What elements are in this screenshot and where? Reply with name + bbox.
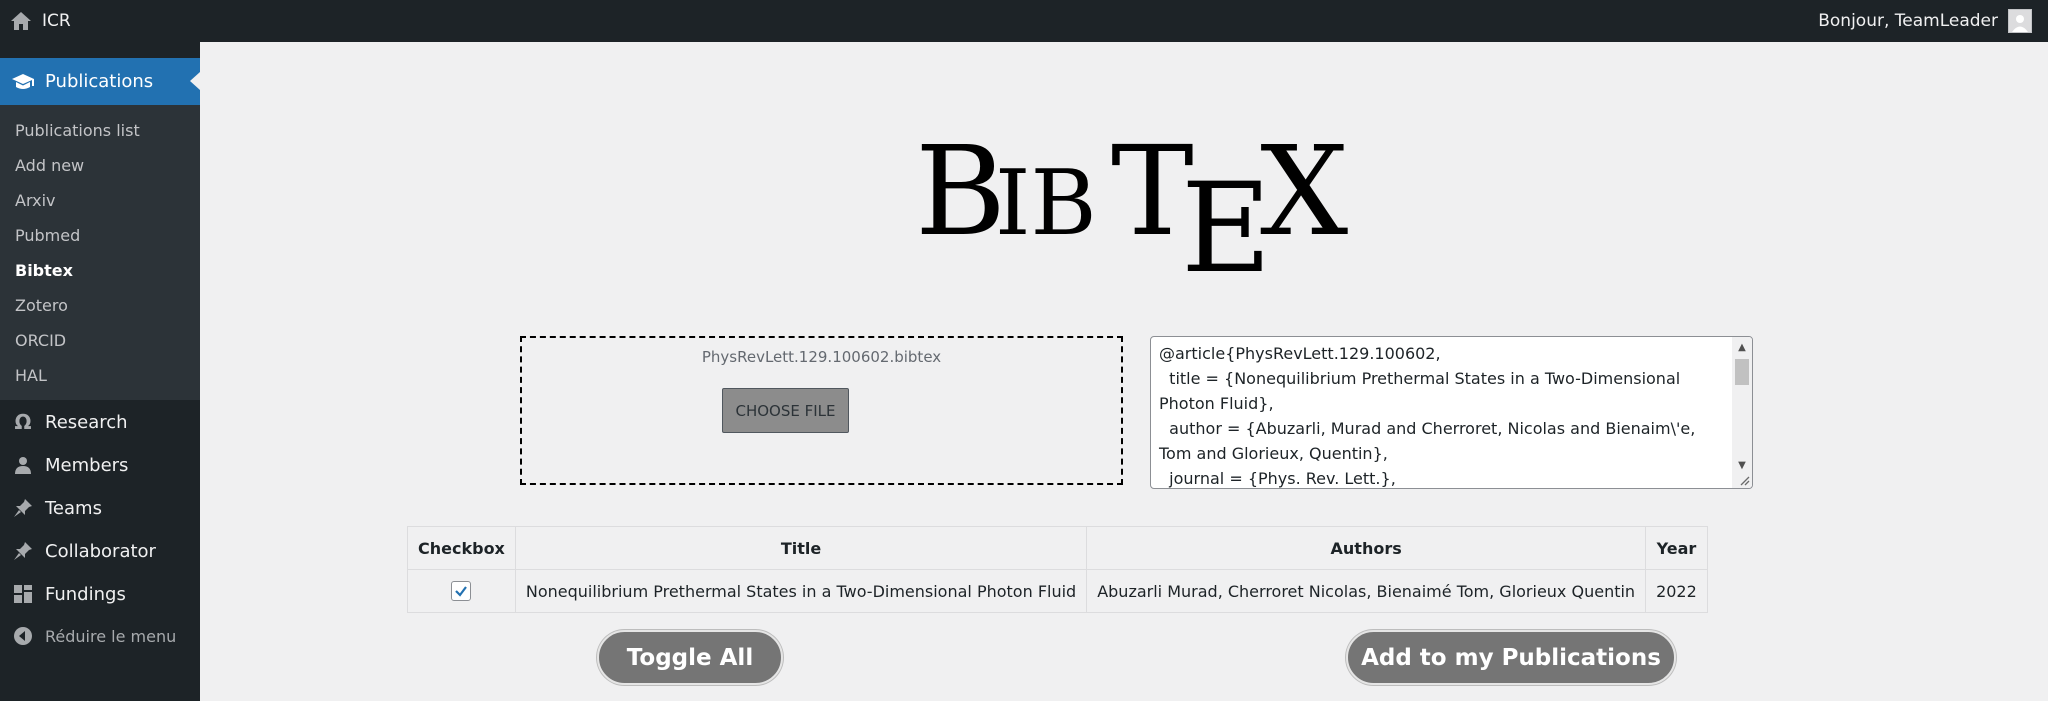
resize-grip-icon[interactable] xyxy=(1738,474,1750,486)
menu-label: Publications xyxy=(45,71,154,92)
menu-label: Members xyxy=(45,454,129,476)
menu-label: Research xyxy=(45,411,128,433)
checkbox-cell xyxy=(407,569,516,613)
submenu-item-add-new[interactable]: Add new xyxy=(15,154,84,178)
menu-item-research[interactable]: Ω Research xyxy=(0,402,200,442)
bibtex-logo: B IB T E X xyxy=(915,120,1355,301)
omega-icon: Ω xyxy=(14,410,32,434)
svg-text:B: B xyxy=(915,128,1006,264)
year-cell: 2022 xyxy=(1645,569,1708,613)
menu-label: Collaborator xyxy=(45,540,156,562)
submenu-item-hal[interactable]: HAL xyxy=(15,364,47,388)
menu-item-members[interactable]: Members xyxy=(0,445,200,485)
submenu-item-arxiv[interactable]: Arxiv xyxy=(15,189,55,213)
bibtex-textarea[interactable]: @article{PhysRevLett.129.100602, title =… xyxy=(1150,336,1753,489)
greeting-text: Bonjour, TeamLeader xyxy=(1818,11,1998,31)
site-home-link[interactable]: ICR xyxy=(10,0,71,42)
menu-label: Teams xyxy=(45,497,102,519)
user-icon xyxy=(11,453,35,477)
table-header-row: Checkbox Title Authors Year xyxy=(407,526,1708,570)
menu-item-fundings[interactable]: Fundings xyxy=(0,574,200,614)
grid-icon xyxy=(11,582,35,606)
submenu-item-bibtex[interactable]: Bibtex xyxy=(15,259,73,283)
authors-cell: Abuzarli Murad, Cherroret Nicolas, Biena… xyxy=(1086,569,1647,613)
submenu-item-zotero[interactable]: Zotero xyxy=(15,294,68,318)
pin-icon xyxy=(11,496,35,520)
column-header-checkbox: Checkbox xyxy=(407,526,516,570)
column-header-title: Title xyxy=(514,526,1088,570)
submenu-item-orcid[interactable]: ORCID xyxy=(15,329,66,353)
collapse-label: Réduire le menu xyxy=(45,626,177,646)
home-icon xyxy=(10,11,32,31)
admin-sidebar: Publications Publications list Add new A… xyxy=(0,42,200,701)
menu-label: Fundings xyxy=(45,583,126,605)
bibtex-content: @article{PhysRevLett.129.100602, title =… xyxy=(1159,344,1696,488)
current-arrow xyxy=(190,72,200,90)
submenu-item-pubmed[interactable]: Pubmed xyxy=(15,224,80,248)
title-cell: Nonequilibrium Prethermal States in a Tw… xyxy=(514,569,1088,613)
pin-icon xyxy=(11,539,35,563)
textarea-scrollbar[interactable]: ▲ ▼ xyxy=(1732,337,1752,488)
publications-table: Checkbox Title Authors Year Nonequilibri… xyxy=(407,526,1708,613)
collapse-arrow-icon xyxy=(11,624,35,648)
scroll-down-icon[interactable]: ▼ xyxy=(1732,456,1752,474)
submenu-item-publications-list[interactable]: Publications list xyxy=(15,119,140,143)
site-name: ICR xyxy=(42,11,71,31)
selected-file-name: PhysRevLett.129.100602.bibtex xyxy=(701,348,942,366)
column-header-year: Year xyxy=(1645,526,1708,570)
checkmark-icon xyxy=(455,586,468,597)
toggle-all-button[interactable]: Toggle All xyxy=(597,630,783,685)
scroll-up-icon[interactable]: ▲ xyxy=(1732,338,1752,356)
add-to-publications-button[interactable]: Add to my Publications xyxy=(1346,630,1676,685)
account-menu[interactable]: Bonjour, TeamLeader xyxy=(1818,0,2032,42)
choose-file-button[interactable]: CHOOSE FILE xyxy=(722,388,849,433)
svg-text:X: X xyxy=(1260,128,1348,264)
file-dropzone[interactable]: PhysRevLett.129.100602.bibtex CHOOSE FIL… xyxy=(520,336,1123,485)
menu-item-collaborator[interactable]: Collaborator xyxy=(0,531,200,571)
row-checkbox[interactable] xyxy=(451,581,472,601)
publications-submenu: Publications list Add new Arxiv Pubmed B… xyxy=(0,105,200,400)
menu-item-teams[interactable]: Teams xyxy=(0,488,200,528)
table-row: Nonequilibrium Prethermal States in a Tw… xyxy=(407,569,1708,613)
admin-bar: ICR Bonjour, TeamLeader xyxy=(0,0,2048,42)
scroll-thumb[interactable] xyxy=(1735,359,1749,385)
column-header-authors: Authors xyxy=(1086,526,1647,570)
avatar xyxy=(2008,9,2032,33)
graduation-cap-icon xyxy=(11,70,35,94)
svg-text:IB: IB xyxy=(995,151,1097,256)
menu-item-publications[interactable]: Publications xyxy=(0,58,200,105)
collapse-menu-button[interactable]: Réduire le menu xyxy=(0,616,200,656)
svg-text:E: E xyxy=(1181,157,1272,278)
